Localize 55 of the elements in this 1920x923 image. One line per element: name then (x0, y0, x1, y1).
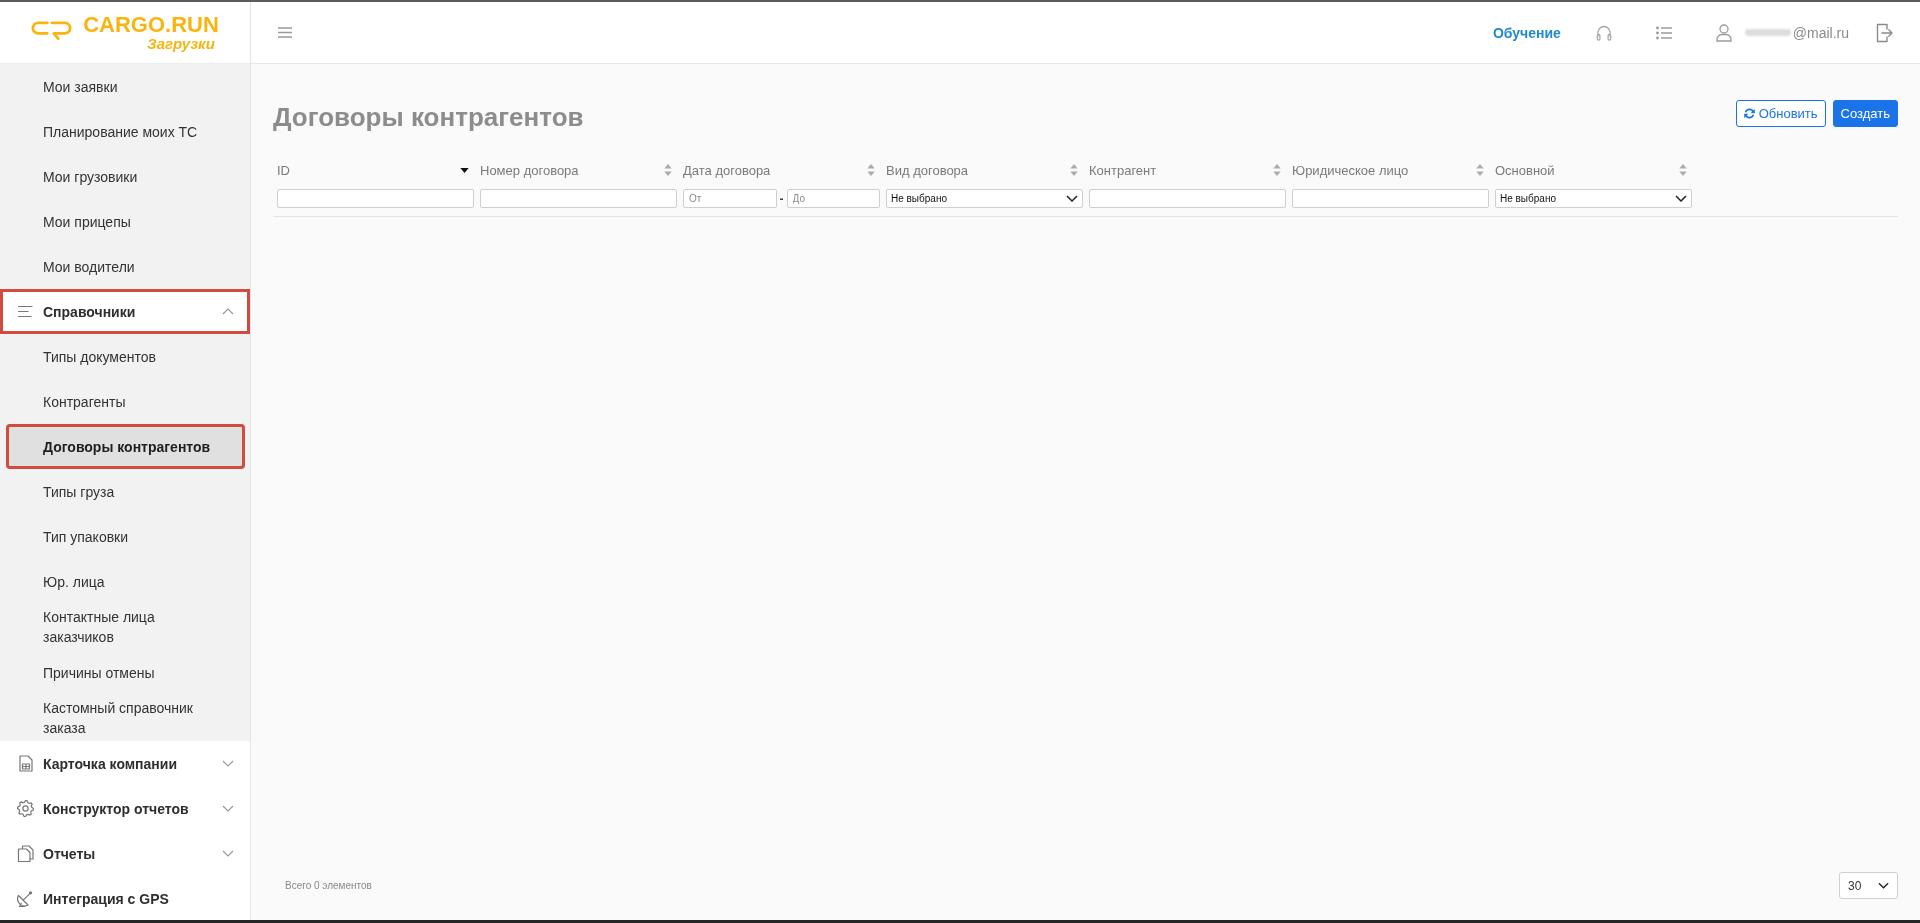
logout-icon[interactable] (1876, 22, 1893, 43)
sidebar-item[interactable]: Тип упаковки (6, 514, 245, 559)
range-separator: - (778, 191, 785, 206)
chevron-icon (1066, 195, 1078, 202)
create-button[interactable]: Создать (1832, 100, 1898, 127)
sidebar-item[interactable]: Юр. лица (6, 559, 245, 604)
column-header[interactable]: Контрагент (1089, 158, 1286, 182)
sidebar-item[interactable]: Планирование моих ТС (6, 109, 245, 154)
satellite-dish-icon (17, 890, 34, 907)
menu-icon[interactable] (278, 27, 292, 38)
list-icon[interactable] (1655, 25, 1672, 40)
user-email: @mail.ru (1792, 24, 1849, 41)
headset-icon[interactable] (1595, 23, 1612, 42)
column-header[interactable]: Основной (1495, 158, 1692, 182)
filter-select[interactable]: Не выбрано (1495, 189, 1692, 208)
filter-field[interactable] (1292, 189, 1489, 208)
filter-field[interactable] (480, 189, 677, 208)
chevron-icon (1878, 882, 1889, 889)
column-header[interactable]: Юридическое лицо (1292, 158, 1489, 182)
lines-icon (17, 303, 34, 320)
sidebar-item[interactable]: Типы груза (6, 469, 245, 514)
chevron-icon (1675, 195, 1687, 202)
column-header[interactable]: Номер договора (480, 158, 677, 182)
sidebar-item[interactable]: Причины отмены (6, 650, 245, 695)
refresh-button[interactable]: Обновить (1735, 100, 1826, 127)
sidebar-item[interactable]: Кастомный справочник заказа (6, 695, 245, 741)
date-to-field[interactable]: До (786, 189, 880, 208)
training-link[interactable]: Обучение (1492, 24, 1561, 41)
filter-field[interactable] (1089, 189, 1286, 208)
sidebar-item[interactable]: Мои заявки (6, 64, 245, 109)
sim-card-icon (17, 755, 34, 772)
sidebar-item[interactable]: Договоры контрагентов (6, 424, 245, 469)
column-header[interactable]: Дата договора (683, 158, 880, 182)
documents-icon (17, 845, 34, 862)
column-header[interactable]: ID (277, 158, 474, 182)
filter-field[interactable] (277, 189, 474, 208)
logo-icon (31, 20, 74, 41)
column-header[interactable]: Вид договора (886, 158, 1083, 182)
sidebar-item[interactable]: Контрагенты (6, 379, 245, 424)
sidebar-group[interactable]: Справочники (0, 289, 250, 334)
brand-subtitle: Загрузки (147, 35, 215, 52)
gear-icon (17, 800, 34, 817)
filter-select[interactable]: Не выбрано (886, 189, 1083, 208)
user-icon[interactable] (1715, 23, 1732, 42)
refresh-icon (1743, 108, 1755, 119)
sidebar-item[interactable]: Типы документов (6, 334, 245, 379)
brand-name: CARGO.RUN (83, 13, 219, 36)
sidebar-item[interactable]: Мои водители (6, 244, 245, 289)
sidebar-item[interactable]: Мои грузовики (6, 154, 245, 199)
total-count: Всего 0 элементов (285, 880, 372, 891)
date-from-field[interactable]: От (683, 189, 777, 208)
sidebar-item[interactable]: Контактные лица заказчиков (6, 604, 245, 650)
page-size-select[interactable]: 30 (1839, 872, 1898, 899)
page-title: Договоры контрагентов (273, 101, 584, 134)
sidebar-item[interactable]: Мои прицепы (6, 199, 245, 244)
